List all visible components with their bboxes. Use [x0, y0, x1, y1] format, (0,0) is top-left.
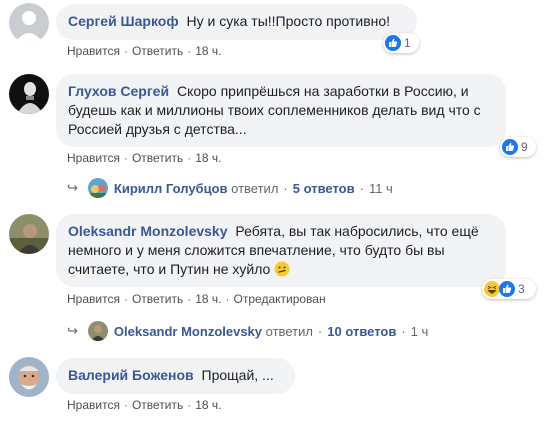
reactions-summary[interactable]: 1 [383, 33, 419, 53]
comment-actions: Нравится · Ответить · 18 ч. · Отредактирован [67, 292, 326, 306]
avatar[interactable] [9, 74, 49, 114]
comment-actions: Нравится · Ответить · 18 ч. [67, 398, 222, 412]
replies-link[interactable]: ↪ Кирилл Голубцов ответил · 5 ответов · 11 ч [67, 178, 393, 198]
comment-text: Ну и сука ты!!Просто противно! [186, 13, 391, 29]
like-link[interactable]: Нравится [67, 398, 120, 412]
smirk-emoji [274, 261, 290, 277]
like-icon [499, 281, 515, 297]
avatar [87, 178, 108, 198]
reaction-count: 9 [521, 140, 528, 154]
comment-time[interactable]: 18 ч. [195, 44, 221, 58]
avatar[interactable] [9, 3, 49, 43]
replied-label: ответил [231, 180, 279, 196]
like-icon [502, 139, 518, 155]
replier-name[interactable]: Oleksandr Monzolevsky [114, 324, 262, 339]
comment-bubble: Глухов Сергей Скоро припрёшься на зарабо… [56, 74, 506, 147]
reply-arrow-icon: ↪ [67, 180, 78, 195]
reply-link[interactable]: Ответить [132, 44, 183, 58]
comment-time[interactable]: 18 ч. [195, 398, 221, 412]
comment-actions: Нравится · Ответить · 18 ч. [67, 44, 222, 58]
comment-author[interactable]: Сергей Шаркоф [68, 13, 179, 29]
comment-author[interactable]: Валерий Боженов [68, 367, 194, 383]
reactions-summary[interactable]: 9 [500, 137, 536, 157]
reactions-summary[interactable]: 3 [482, 279, 536, 299]
reaction-count: 3 [518, 282, 525, 296]
avatar[interactable] [9, 357, 49, 397]
comment-bubble: Сергей Шаркоф Ну и сука ты!!Просто проти… [56, 4, 417, 40]
like-link[interactable]: Нравится [67, 151, 120, 165]
comment-bubble: Валерий Боженов Прощай, ... [56, 358, 295, 394]
reply-link[interactable]: Ответить [132, 292, 183, 306]
like-link[interactable]: Нравится [67, 44, 120, 58]
replies-link[interactable]: ↪ Oleksandr Monzolevsky ответил · 10 ответ… [67, 321, 428, 341]
reply-link[interactable]: Ответить [132, 398, 183, 412]
comment-actions: Нравится · Ответить · 18 ч. [67, 151, 222, 165]
reply-count[interactable]: 5 ответов [293, 181, 355, 196]
comment-time[interactable]: 18 ч. [195, 151, 221, 165]
like-link[interactable]: Нравится [67, 292, 120, 306]
comment-text: Прощай, ... [201, 367, 274, 383]
reaction-count: 1 [404, 36, 411, 50]
comment-author[interactable]: Oleksandr Monzolevsky [68, 223, 228, 239]
avatar [87, 321, 108, 341]
reply-time: 1 ч [410, 323, 429, 339]
reply-link[interactable]: Ответить [132, 151, 183, 165]
reply-count[interactable]: 10 ответов [327, 324, 396, 339]
like-icon [385, 35, 401, 51]
replied-label: ответил [265, 323, 313, 339]
comment-time[interactable]: 18 ч. [195, 292, 221, 306]
edited-label[interactable]: Отредактирован [234, 292, 326, 306]
reply-time: 11 ч [368, 180, 393, 196]
avatar[interactable] [9, 214, 49, 254]
replier-name[interactable]: Кирилл Голубцов [114, 181, 228, 196]
comment-author[interactable]: Глухов Сергей [68, 83, 169, 99]
haha-icon [484, 281, 500, 297]
comment-bubble: Oleksandr Monzolevsky Ребята, вы так наб… [56, 214, 506, 287]
reply-arrow-icon: ↪ [67, 323, 78, 338]
